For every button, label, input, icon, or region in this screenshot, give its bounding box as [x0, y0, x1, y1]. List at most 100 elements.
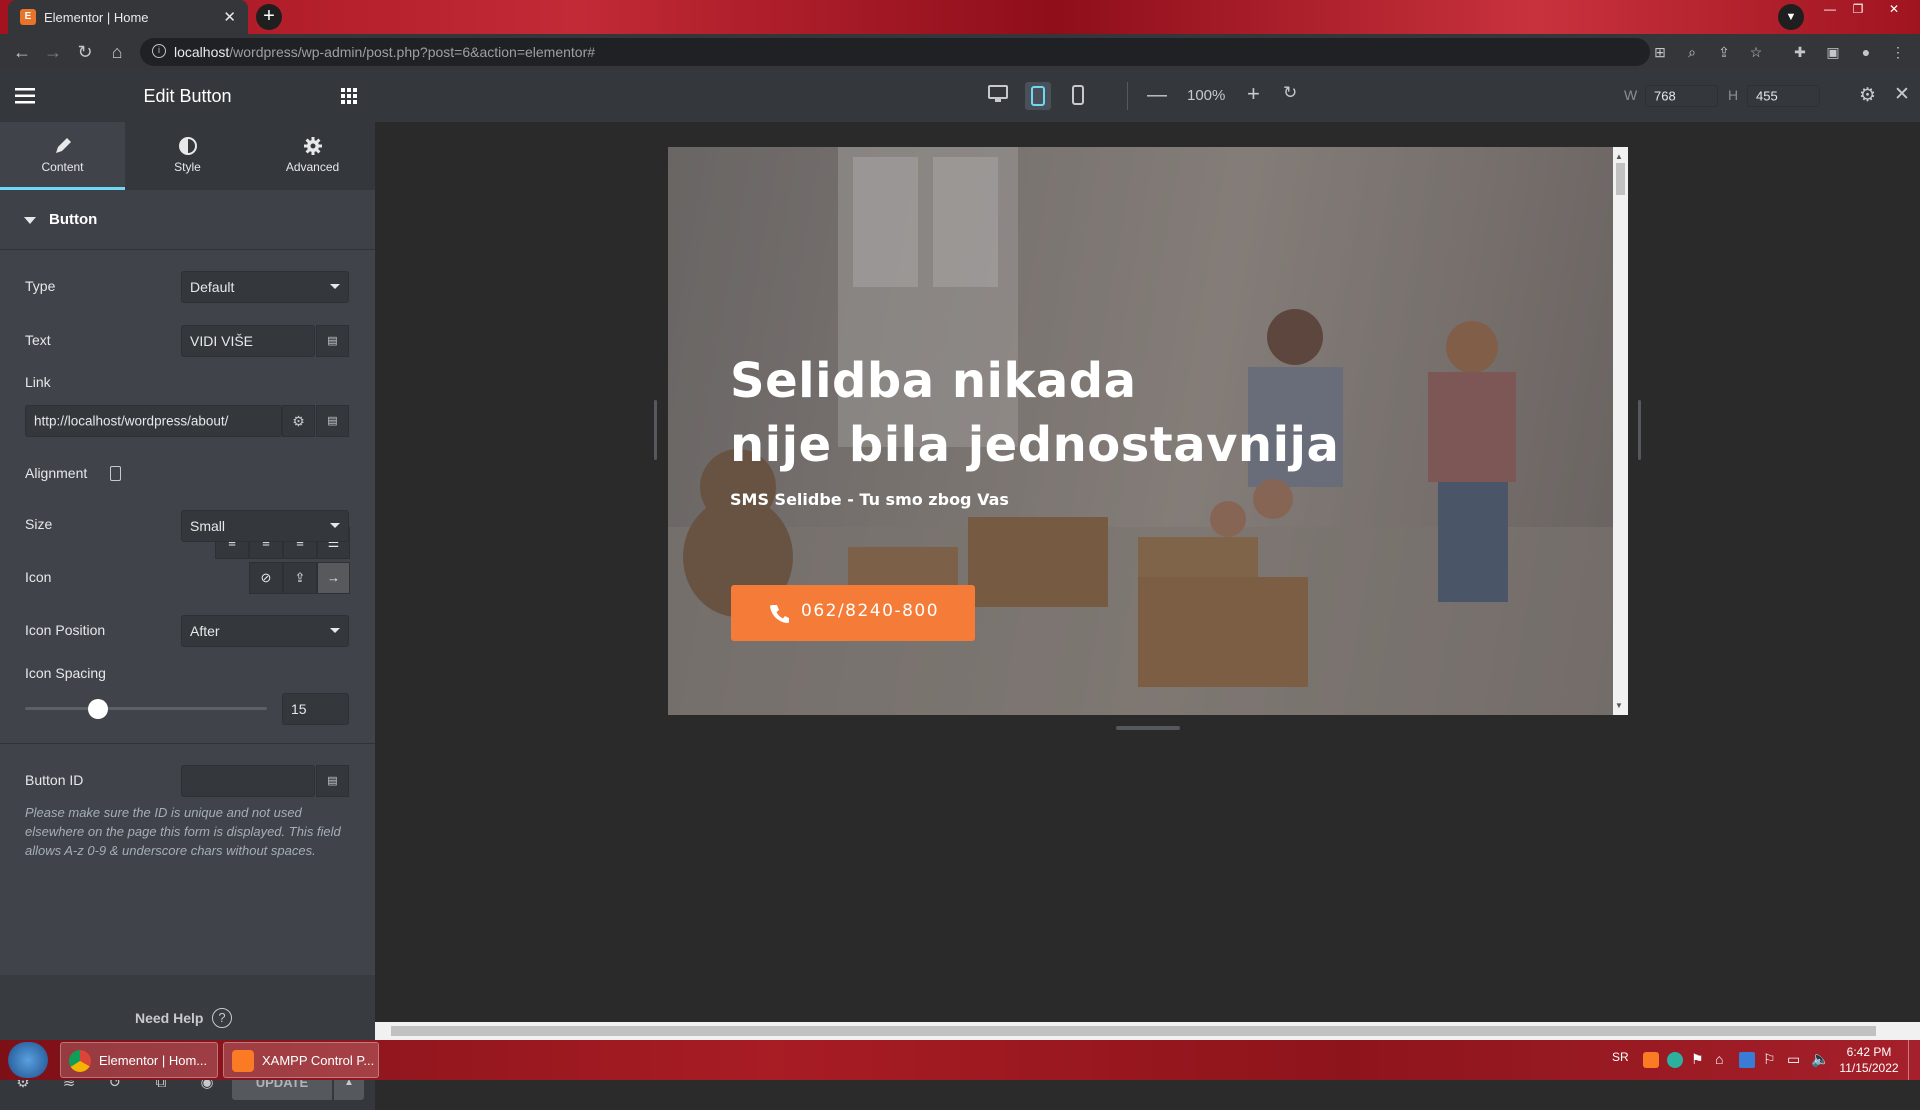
width-input[interactable]: 768	[1645, 85, 1718, 107]
clock-time: 6:42 PM	[1846, 1045, 1892, 1059]
type-select[interactable]: Default	[181, 271, 349, 303]
taskbar-xampp-task[interactable]: XAMPP Control P...	[223, 1042, 379, 1078]
close-window-icon[interactable]: ✕	[1874, 0, 1914, 18]
scroll-up-arrow-icon[interactable]: ▲	[1615, 152, 1623, 161]
resize-handle-right[interactable]	[1638, 400, 1641, 460]
panel-header: Edit Button	[0, 70, 375, 122]
close-tab-icon[interactable]: ✕	[223, 8, 236, 26]
preview-vertical-scrollbar[interactable]: ▲ ▼	[1613, 147, 1628, 715]
resize-handle-bottom[interactable]	[1116, 726, 1180, 730]
tray-xampp-icon[interactable]	[1643, 1052, 1659, 1068]
icon-spacing-value: 15	[291, 701, 307, 717]
desktop-device-icon[interactable]	[987, 84, 1011, 108]
mobile-device-icon[interactable]	[1068, 84, 1088, 108]
horizontal-scrollbar-thumb[interactable]	[391, 1026, 1876, 1036]
extensions-icon[interactable]: ✚	[1790, 42, 1810, 62]
text-input[interactable]: VIDI VIŠE	[181, 325, 315, 357]
text-label: Text	[25, 332, 51, 348]
home-icon[interactable]: ⌂	[105, 41, 129, 65]
half-circle-icon	[178, 136, 198, 156]
start-button-icon[interactable]	[8, 1042, 48, 1078]
alignment-label: Alignment	[25, 465, 88, 481]
chrome-icon	[69, 1050, 91, 1072]
horizontal-scrollbar[interactable]	[375, 1022, 1920, 1040]
back-icon[interactable]: ←	[10, 41, 34, 65]
button-id-input[interactable]	[181, 765, 315, 797]
show-desktop-button[interactable]	[1908, 1040, 1920, 1080]
tray-flag-icon[interactable]: ⚐	[1763, 1051, 1776, 1068]
resize-handle-left[interactable]	[654, 400, 657, 460]
chevron-down-icon	[330, 284, 340, 289]
help-question-icon[interactable]: ?	[212, 1008, 232, 1028]
tab-search-icon[interactable]: ▼	[1778, 4, 1804, 30]
hero-subtitle: SMS Selidbe - Tu smo zbog Vas	[730, 490, 1009, 509]
zoom-in-icon[interactable]: +	[1247, 81, 1260, 107]
link-options-gear-icon[interactable]: ⚙	[282, 405, 315, 437]
share-icon[interactable]: ⇪	[1714, 42, 1734, 62]
need-help-link[interactable]: Need Help	[135, 1010, 203, 1026]
zoom-icon[interactable]: ⌕	[1682, 42, 1702, 62]
tray-usb-icon[interactable]: ⌂	[1715, 1051, 1723, 1067]
tab-content[interactable]: Content	[0, 122, 125, 190]
windows-taskbar: Elementor | Hom... XAMPP Control P... SR…	[0, 1040, 1920, 1080]
link-dynamic-database-icon[interactable]: ▤	[316, 405, 349, 437]
new-tab-button[interactable]: +	[256, 4, 282, 30]
minimize-icon[interactable]: —	[1818, 0, 1842, 18]
taskbar-clock[interactable]: 6:42 PM 11/15/2022	[1836, 1044, 1902, 1076]
tablet-device-icon[interactable]	[110, 466, 121, 481]
arrow-right-icon[interactable]: →	[317, 562, 350, 594]
height-input[interactable]: 455	[1747, 85, 1820, 107]
scroll-down-arrow-icon[interactable]: ▼	[1615, 701, 1623, 710]
tray-volume-icon[interactable]: 🔈	[1811, 1050, 1830, 1068]
button-id-note: Please make sure the ID is unique and no…	[25, 805, 341, 858]
url-bar[interactable]: i localhost/wordpress/wp-admin/post.php?…	[140, 38, 1762, 66]
url-host: localhost	[174, 44, 230, 60]
icon-position-select[interactable]: After	[181, 615, 349, 647]
upload-svg-icon[interactable]: ⇪	[283, 562, 317, 594]
dynamic-tags-database-icon[interactable]: ▤	[316, 325, 349, 357]
toolbar-divider	[1127, 82, 1128, 110]
tray-monitor-icon[interactable]: ▭	[1787, 1051, 1800, 1068]
chrome-menu-icon[interactable]: ⋮	[1888, 42, 1908, 62]
language-indicator[interactable]: SR	[1612, 1050, 1629, 1064]
bookmark-star-icon[interactable]: ☆	[1746, 42, 1766, 62]
scrollbar-thumb[interactable]	[1616, 163, 1625, 195]
icon-spacing-input[interactable]: 15	[282, 693, 349, 725]
section-button-toggle[interactable]: Button	[0, 190, 375, 250]
taskbar-task-label: Elementor | Hom...	[99, 1053, 208, 1068]
tablet-device-icon-active[interactable]	[1025, 82, 1051, 110]
reload-icon[interactable]: ↻	[73, 41, 97, 65]
tab-advanced[interactable]: Advanced	[250, 122, 375, 190]
clock-date: 11/15/2022	[1839, 1061, 1899, 1075]
icon-spacing-slider-track[interactable]	[25, 707, 267, 710]
tray-app-icon[interactable]	[1739, 1052, 1755, 1068]
panel-tabs: Content Style Advanced	[0, 122, 375, 190]
size-select[interactable]: Small	[181, 510, 349, 542]
link-input[interactable]: http://localhost/wordpress/about/	[25, 405, 282, 437]
tray-network-icon[interactable]: ⚑	[1691, 1051, 1704, 1068]
button-id-database-icon[interactable]: ▤	[316, 765, 349, 797]
browser-tab-strip: E Elementor | Home ✕ + ▼ — ❐ ✕	[0, 0, 1920, 34]
zoom-out-icon[interactable]: —	[1147, 84, 1167, 107]
height-value: 455	[1756, 88, 1778, 104]
site-info-icon[interactable]: i	[152, 44, 166, 58]
forward-icon[interactable]: →	[41, 41, 65, 65]
browser-tab[interactable]: E Elementor | Home ✕	[8, 0, 248, 34]
preview-settings-gear-icon[interactable]: ⚙	[1859, 84, 1876, 107]
tray-shield-icon[interactable]	[1667, 1052, 1683, 1068]
zoom-level: 100%	[1187, 87, 1226, 104]
hero-phone-button[interactable]: 062/8240-800	[731, 585, 975, 641]
restore-icon[interactable]: ❐	[1846, 0, 1870, 18]
tab-content-label: Content	[41, 160, 84, 174]
no-icon-ban-icon[interactable]: ⊘	[249, 562, 283, 594]
translate-icon[interactable]: ⊞	[1650, 42, 1670, 62]
tab-style[interactable]: Style	[125, 122, 250, 190]
icon-spacing-slider-handle[interactable]	[87, 699, 108, 719]
widgets-grid-icon[interactable]	[341, 88, 357, 104]
side-panel-icon[interactable]: ▣	[1823, 42, 1843, 62]
taskbar-chrome-task[interactable]: Elementor | Hom...	[60, 1042, 218, 1078]
reset-zoom-icon[interactable]: ↻	[1283, 83, 1297, 103]
chevron-down-icon	[330, 628, 340, 633]
profile-avatar[interactable]: ●	[1856, 42, 1876, 62]
close-responsive-icon[interactable]: ✕	[1894, 83, 1910, 106]
